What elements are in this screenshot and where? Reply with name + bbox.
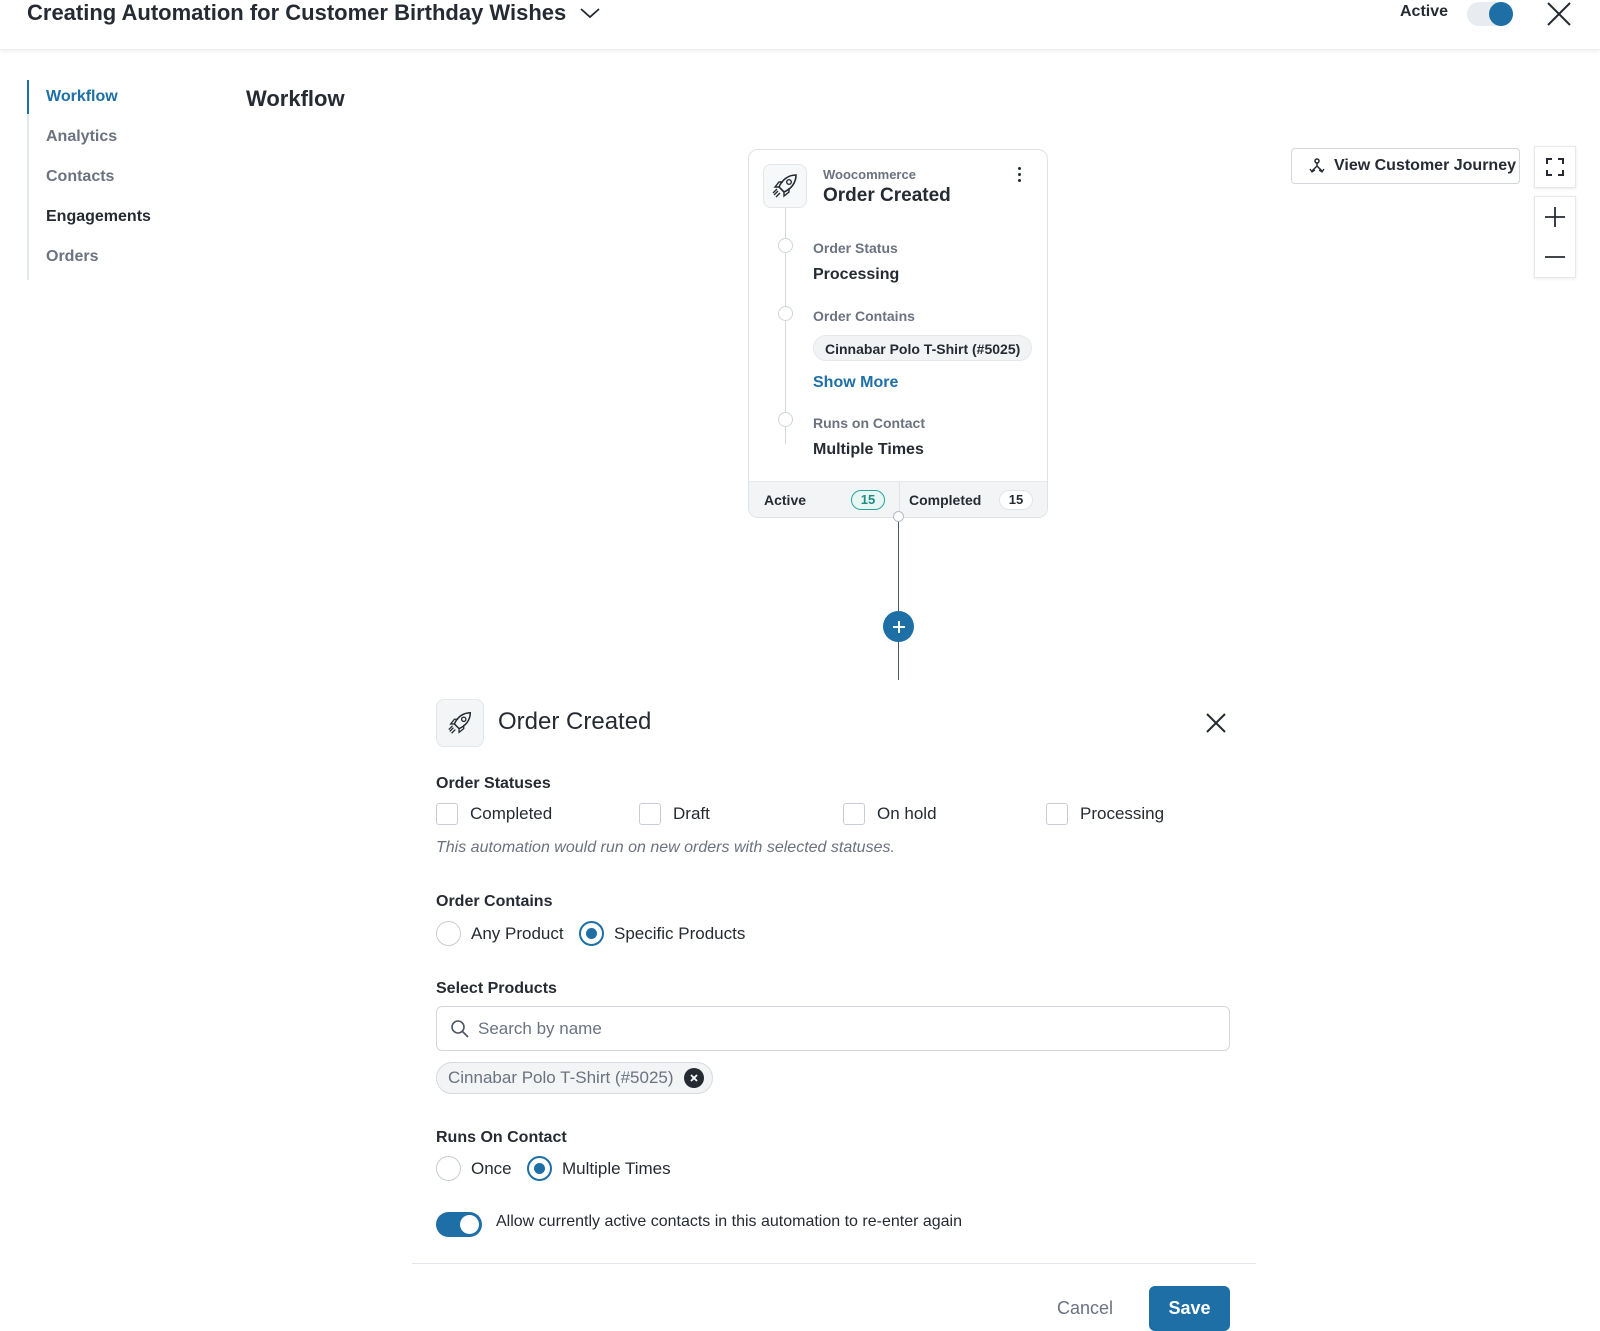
fullscreen-control <box>1534 146 1576 188</box>
sidebar-item-engagements[interactable]: Engagements <box>29 200 217 240</box>
plus-icon <box>892 620 905 633</box>
runs-on-contact-label: Runs On Contact <box>436 1129 567 1146</box>
order-statuses-label: Order Statuses <box>436 775 551 792</box>
order-contains-label: Order Contains <box>813 308 915 324</box>
order-status-value: Processing <box>813 266 900 283</box>
select-products-label: Select Products <box>436 980 557 997</box>
zoom-in-button[interactable] <box>1535 197 1575 237</box>
product-search[interactable] <box>436 1006 1230 1051</box>
radio-multiple-times[interactable]: Multiple Times <box>527 1156 671 1181</box>
checkbox-draft[interactable]: Draft <box>639 803 710 825</box>
sidebar-item-orders[interactable]: Orders <box>29 240 217 280</box>
runs-on-value: Multiple Times <box>813 441 924 458</box>
selected-product-label: Cinnabar Polo T-Shirt (#5025) <box>448 1068 674 1087</box>
checkbox-on-hold[interactable]: On hold <box>843 803 937 825</box>
automation-title-dropdown[interactable]: Creating Automation for Customer Birthda… <box>27 0 602 26</box>
save-button[interactable]: Save <box>1149 1286 1230 1331</box>
order-contains-label: Order Contains <box>436 893 553 910</box>
sidebar-nav: Workflow Analytics Contacts Engagements … <box>27 80 217 280</box>
zoom-controls <box>1534 196 1576 278</box>
chevron-down-icon <box>580 8 600 19</box>
completed-stat-label: Completed <box>909 492 982 508</box>
order-status-checkboxes: Completed Draft On hold Processing <box>436 803 1236 827</box>
search-input[interactable] <box>478 1018 1178 1039</box>
more-menu-icon[interactable] <box>1011 164 1027 184</box>
add-step-button[interactable] <box>883 611 914 642</box>
top-bar: Creating Automation for Customer Birthda… <box>0 0 1600 50</box>
timeline-dot <box>778 238 793 253</box>
trigger-source: Woocommerce <box>823 167 916 182</box>
panel-title: Order Created <box>498 708 652 735</box>
search-icon <box>451 1019 469 1038</box>
minus-icon <box>1545 256 1565 258</box>
timeline-dot <box>778 412 793 427</box>
show-more-link[interactable]: Show More <box>813 374 898 392</box>
remove-tag-icon[interactable] <box>683 1068 704 1088</box>
active-count-badge[interactable]: 15 <box>851 490 885 510</box>
rocket-icon <box>763 164 807 208</box>
reenter-toggle[interactable] <box>436 1212 482 1237</box>
completed-count-badge[interactable]: 15 <box>999 490 1033 510</box>
radio-once[interactable]: Once <box>436 1156 512 1181</box>
rocket-icon <box>436 699 484 747</box>
view-customer-journey-button[interactable]: View Customer Journey <box>1291 148 1520 184</box>
radio-specific-products[interactable]: Specific Products <box>579 921 745 946</box>
checkbox-processing[interactable]: Processing <box>1046 803 1164 825</box>
runs-on-label: Runs on Contact <box>813 415 925 431</box>
order-status-label: Order Status <box>813 240 898 256</box>
selected-product-tag: Cinnabar Polo T-Shirt (#5025) <box>436 1062 713 1094</box>
connector-dot <box>893 511 904 522</box>
fullscreen-button[interactable] <box>1535 147 1575 187</box>
journey-icon <box>1309 158 1325 173</box>
reenter-label: Allow currently active contacts in this … <box>496 1213 963 1230</box>
plus-icon <box>1545 207 1565 227</box>
close-icon[interactable] <box>1204 711 1228 735</box>
automation-title: Creating Automation for Customer Birthda… <box>27 0 567 25</box>
cancel-button[interactable]: Cancel <box>1050 1286 1120 1330</box>
checkbox-completed[interactable]: Completed <box>436 803 552 825</box>
sidebar-item-analytics[interactable]: Analytics <box>29 120 217 160</box>
active-stat-label: Active <box>764 492 807 508</box>
sidebar-item-workflow[interactable]: Workflow <box>27 80 217 120</box>
trigger-card[interactable]: Woocommerce Order Created Order Status P… <box>748 149 1048 518</box>
active-toggle[interactable] <box>1467 2 1513 26</box>
fullscreen-icon <box>1546 158 1564 176</box>
sidebar-item-contacts[interactable]: Contacts <box>29 160 217 200</box>
status-label: Active <box>1400 3 1449 20</box>
page-title: Workflow <box>246 86 345 111</box>
journey-button-label: View Customer Journey <box>1334 157 1516 174</box>
connector-line <box>898 518 899 680</box>
zoom-out-button[interactable] <box>1535 237 1575 277</box>
trigger-title: Order Created <box>823 185 951 206</box>
timeline-dot <box>778 306 793 321</box>
radio-any-product[interactable]: Any Product <box>436 921 564 946</box>
statuses-hint: This automation would run on new orders … <box>436 839 895 856</box>
product-chip: Cinnabar Polo T-Shirt (#5025) <box>813 335 1033 361</box>
close-icon[interactable] <box>1545 0 1573 28</box>
divider <box>412 1263 1256 1264</box>
